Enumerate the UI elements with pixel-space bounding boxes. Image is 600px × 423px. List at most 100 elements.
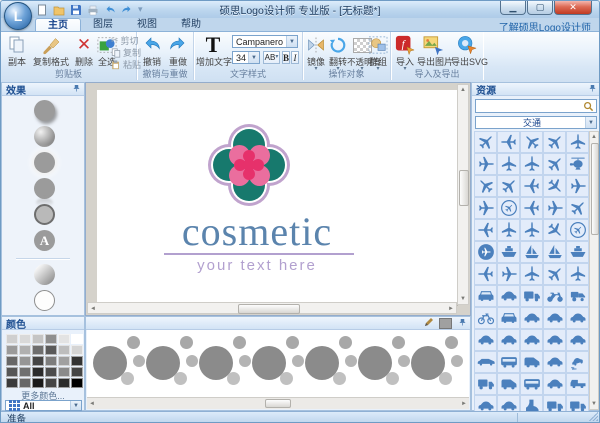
scroll-up-icon[interactable]: ▲	[458, 85, 468, 95]
color-swatch[interactable]	[19, 334, 31, 344]
logo-flower[interactable]	[209, 125, 289, 205]
change-case-button[interactable]: AB▾	[263, 51, 280, 64]
color-swatch[interactable]	[6, 378, 18, 388]
app-menu-orb[interactable]: L	[4, 2, 32, 30]
car-icon[interactable]	[566, 307, 589, 329]
heli-icon[interactable]	[566, 153, 589, 175]
color-swatch[interactable]	[6, 334, 18, 344]
plane-ne-icon[interactable]	[543, 263, 566, 285]
plane-n-icon[interactable]	[520, 153, 543, 175]
bike-icon[interactable]	[474, 307, 497, 329]
tab-help[interactable]: 帮助	[169, 18, 213, 31]
resources-scrollbar[interactable]: ▲ ▼	[589, 131, 599, 410]
color-swatch[interactable]	[32, 334, 44, 344]
color-swatch[interactable]	[71, 345, 83, 355]
resize-grip[interactable]	[588, 411, 598, 421]
tab-layers[interactable]: 图层	[81, 18, 125, 31]
color-swatch[interactable]	[19, 345, 31, 355]
search-icon[interactable]	[583, 101, 594, 115]
effect-outline[interactable]	[34, 290, 55, 311]
font-family-select[interactable]: Campanero▼	[232, 35, 298, 48]
circle-cluster-shape[interactable]	[252, 334, 305, 392]
car-icon[interactable]	[543, 351, 566, 373]
color-swatch[interactable]	[45, 367, 57, 377]
export-svg-button[interactable]: 导出SVG	[451, 33, 483, 67]
color-swatch[interactable]	[45, 345, 57, 355]
plane-n-icon[interactable]	[520, 219, 543, 241]
moto-icon[interactable]	[543, 285, 566, 307]
ship-icon[interactable]	[497, 241, 520, 263]
car-icon[interactable]	[543, 373, 566, 395]
plane-e-icon[interactable]	[497, 263, 520, 285]
tab-view[interactable]: 视图	[125, 18, 169, 31]
color-swatch[interactable]	[19, 356, 31, 366]
plane-ne-icon[interactable]	[497, 175, 520, 197]
color-swatch[interactable]	[6, 356, 18, 366]
font-size-select[interactable]: 34▼	[232, 51, 260, 64]
bplane-icon[interactable]	[474, 241, 497, 263]
color-swatch[interactable]	[32, 378, 44, 388]
open-folder-icon[interactable]	[52, 3, 66, 16]
wagon-icon[interactable]	[566, 285, 589, 307]
car-icon[interactable]	[520, 329, 543, 351]
gallery-pin-icon[interactable]	[459, 318, 466, 329]
category-select[interactable]: 交通 ▼	[475, 116, 597, 129]
color-swatch[interactable]	[19, 367, 31, 377]
color-swatch[interactable]	[71, 378, 83, 388]
color-swatch[interactable]	[58, 367, 70, 377]
color-swatch[interactable]	[32, 345, 44, 355]
format-painter-button[interactable]: 复制格式	[31, 33, 71, 67]
sail-icon[interactable]	[543, 241, 566, 263]
truck-icon[interactable]	[474, 373, 497, 395]
canvas-area[interactable]: cosmetic your text here ▲ ▼ ◄ ►	[85, 82, 471, 316]
bold-button[interactable]: B	[282, 51, 290, 64]
circle-cluster-shape[interactable]	[199, 334, 252, 392]
circle-cluster-shape[interactable]	[305, 334, 358, 392]
plane-nw-icon[interactable]	[520, 131, 543, 153]
color-swatch[interactable]	[58, 378, 70, 388]
carf-icon[interactable]	[497, 307, 520, 329]
effect-gradient[interactable]	[34, 264, 55, 285]
plane-n-icon[interactable]	[520, 263, 543, 285]
truck-icon[interactable]	[520, 285, 543, 307]
plane-e-icon[interactable]	[566, 175, 589, 197]
plane-w-icon[interactable]	[520, 197, 543, 219]
car-icon[interactable]	[497, 285, 520, 307]
fill-swatch-icon[interactable]	[439, 318, 452, 329]
pickup-icon[interactable]	[566, 373, 589, 395]
circle-cluster-shape[interactable]	[93, 334, 146, 392]
color-swatch[interactable]	[45, 334, 57, 344]
design-page[interactable]: cosmetic your text here	[97, 90, 457, 305]
carf-icon[interactable]	[474, 285, 497, 307]
italic-button[interactable]: I	[291, 51, 299, 64]
plane-e-icon[interactable]	[474, 197, 497, 219]
tab-home[interactable]: 主页	[35, 18, 81, 32]
resource-search-box[interactable]	[475, 99, 597, 113]
plane-w-icon[interactable]	[474, 263, 497, 285]
gallery-scroll-left-icon[interactable]: ◄	[87, 399, 97, 409]
bus-icon[interactable]	[520, 373, 543, 395]
redo-button[interactable]: 重做	[165, 33, 191, 67]
skid-icon[interactable]	[566, 351, 589, 373]
color-swatch[interactable]	[6, 367, 18, 377]
effect-text-effect[interactable]: A	[34, 230, 55, 251]
color-swatch[interactable]	[32, 367, 44, 377]
car-icon[interactable]	[543, 307, 566, 329]
color-swatch[interactable]	[6, 345, 18, 355]
plane-se-icon[interactable]	[543, 175, 566, 197]
plane-w-icon[interactable]	[474, 219, 497, 241]
circle-cluster-shape[interactable]	[146, 334, 199, 392]
car-icon[interactable]	[566, 329, 589, 351]
car-icon[interactable]	[474, 329, 497, 351]
logo-text[interactable]: cosmetic	[97, 208, 417, 255]
plane-ne-icon[interactable]	[566, 197, 589, 219]
duplicate-button[interactable]: 副本	[3, 33, 31, 67]
effect-drop-shadow[interactable]	[34, 100, 55, 121]
stroke-pen-icon[interactable]	[424, 317, 434, 330]
color-swatch[interactable]	[19, 378, 31, 388]
add-text-button[interactable]: T 增加文字	[196, 33, 230, 67]
color-swatch[interactable]	[58, 334, 70, 344]
scroll-right-icon[interactable]: ►	[446, 304, 456, 314]
plane-n-icon[interactable]	[566, 263, 589, 285]
print-icon[interactable]	[86, 3, 100, 16]
